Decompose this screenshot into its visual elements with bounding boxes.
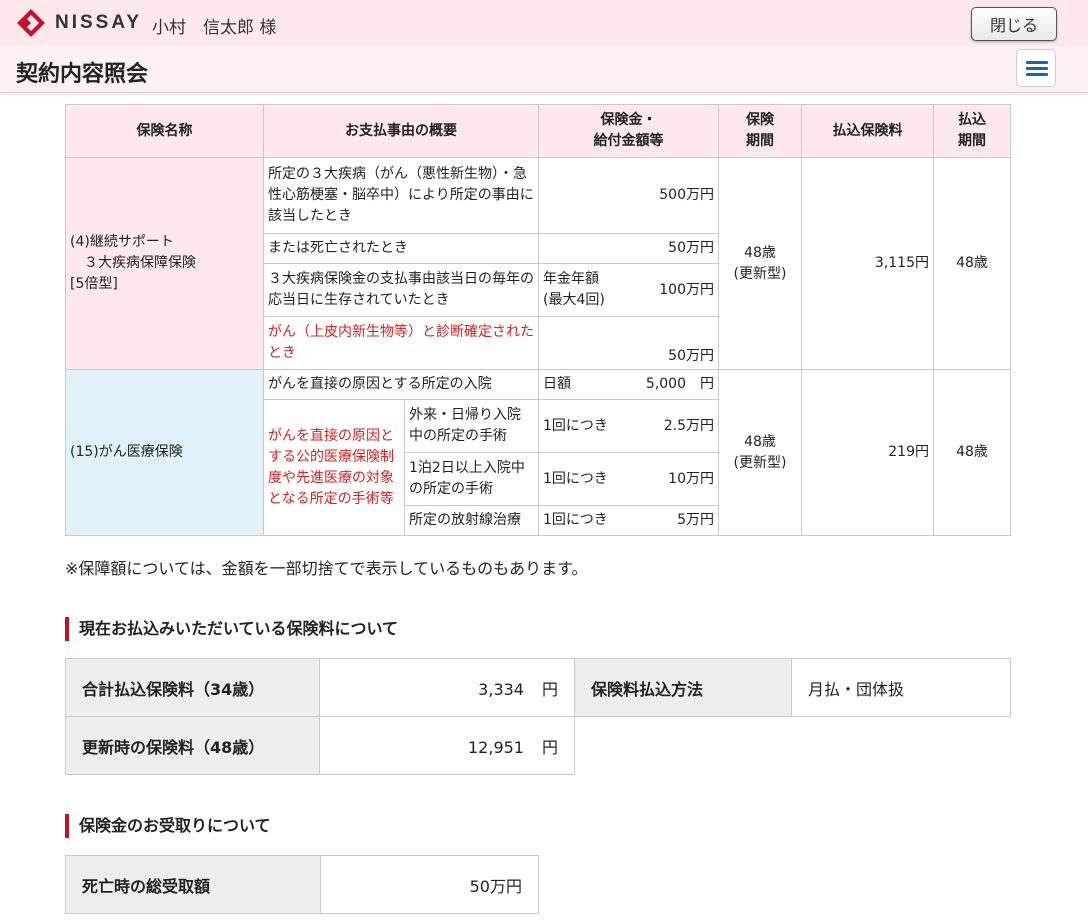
header-amount: 保険金・ 給付金額等 — [538, 104, 719, 158]
title-bar: 契約内容照会 — [0, 46, 1088, 93]
reason-cell: ３大疾病保険金の支払事由該当日の毎年の応当日に生存されていたとき — [263, 263, 539, 317]
reason-cell: 所定の３大疾病（がん（悪性新生物）・急性心筋梗塞・脳卒中）により所定の事由に該当… — [263, 157, 539, 234]
reason-cell: または死亡されたとき — [263, 233, 539, 264]
group-reason-cell: がんを直接の原因とする公的医療保険制度や先進医療の対象となる所定の手術等 — [263, 399, 405, 536]
section-title-receipt: 保険金のお受取りについて — [65, 814, 271, 838]
plan-name: (15)がん医療保険 — [65, 369, 264, 536]
table-row: (4)継続サポート ３大疾病保障保険 [5倍型] 所定の３大疾病（がん（悪性新生物… — [65, 157, 1011, 370]
death-benefit-label: 死亡時の総受取額 — [65, 855, 321, 914]
close-button[interactable]: 閉じる — [971, 7, 1057, 41]
contract-table: 保険名称 お支払事由の概要 保険金・ 給付金額等 保険 期間 払込保険料 払込 期間 … — [65, 104, 1011, 536]
payment-method-label: 保険料払込方法 — [574, 658, 792, 717]
reason-cell: がん（上皮内新生物等）と診断確定されたとき — [263, 316, 539, 370]
header-reason: お支払事由の概要 — [263, 104, 539, 158]
amount-cell: 50万円 — [538, 233, 719, 264]
header-name: 保険名称 — [65, 104, 264, 158]
amount-cell: 1回につき 2.5万円 — [538, 399, 719, 453]
death-benefit-value: 50万円 — [320, 855, 539, 914]
amount-cell: 500万円 — [538, 157, 719, 234]
table-row: 合計払込保険料（34歳） 3,334 円 保険料払込方法 月払・団体扱 — [65, 658, 1011, 717]
renewal-premium-value: 12,951 円 — [319, 716, 575, 775]
period-cell: 48歳 (更新型) — [718, 369, 802, 536]
amount-cell: 1回につき 5万円 — [538, 505, 719, 536]
table-row: 死亡時の総受取額 50万円 — [65, 855, 539, 914]
note-text: ※保障額については、金額を一部切捨てで表示しているものもあります。 — [65, 559, 588, 578]
amount-cell: 1回につき 10万円 — [538, 452, 719, 506]
plan-name: (4)継続サポート ３大疾病保障保険 [5倍型] — [65, 157, 264, 370]
amount-cell: 年金年額 (最大4回) 100万円 — [538, 263, 719, 317]
payperiod-cell: 48歳 — [933, 157, 1011, 370]
nissay-logo: NISSAY — [17, 9, 142, 37]
table-header-row: 保険名称 お支払事由の概要 保険金・ 給付金額等 保険 期間 払込保険料 払込 期間 — [65, 104, 1011, 158]
reason-cell: がんを直接の原因とする所定の入院 — [263, 369, 539, 400]
renewal-premium-label: 更新時の保険料（48歳） — [65, 716, 320, 775]
sub-reason-cell: 所定の放射線治療 — [404, 505, 539, 536]
premium-cell: 3,115円 — [801, 157, 934, 370]
table-row: 更新時の保険料（48歳） 12,951 円 — [65, 716, 1011, 775]
user-name: 小村 信太郎 様 — [152, 18, 277, 38]
header-period: 保険 期間 — [718, 104, 802, 158]
premium-cell: 219円 — [801, 369, 934, 536]
amount-cell: 日額 5,000 円 — [538, 369, 719, 400]
top-bar: NISSAY 小村 信太郎 様 閉じる — [0, 0, 1088, 46]
section-title-premium: 現在お払込みいただいている保険料について — [65, 617, 398, 641]
sub-reason-cell: 外来・日帰り入院中の所定の手術 — [404, 399, 539, 453]
header-payperiod: 払込 期間 — [933, 104, 1011, 158]
amount-cell: 50万円 — [538, 316, 719, 370]
menu-button[interactable] — [1016, 49, 1056, 87]
premium-table: 合計払込保険料（34歳） 3,334 円 保険料払込方法 月払・団体扱 更新時の保… — [65, 658, 1011, 775]
receipt-table: 死亡時の総受取額 50万円 — [65, 855, 539, 914]
table-row: (15)がん医療保険 がんを直接の原因とする所定の入院 日額 5,000 円 48… — [65, 369, 1011, 536]
page-title: 契約内容照会 — [16, 62, 149, 87]
header-premium: 払込保険料 — [801, 104, 934, 158]
total-premium-label: 合計払込保険料（34歳） — [65, 658, 320, 717]
payperiod-cell: 48歳 — [933, 369, 1011, 536]
total-premium-value: 3,334 円 — [319, 658, 575, 717]
period-cell: 48歳 (更新型) — [718, 157, 802, 370]
payment-method-value: 月払・団体扱 — [791, 658, 1011, 717]
nissay-logo-icon — [17, 9, 45, 37]
sub-reason-cell: 1泊2日以上入院中の所定の手術 — [404, 452, 539, 506]
brand-name: NISSAY — [55, 12, 142, 33]
